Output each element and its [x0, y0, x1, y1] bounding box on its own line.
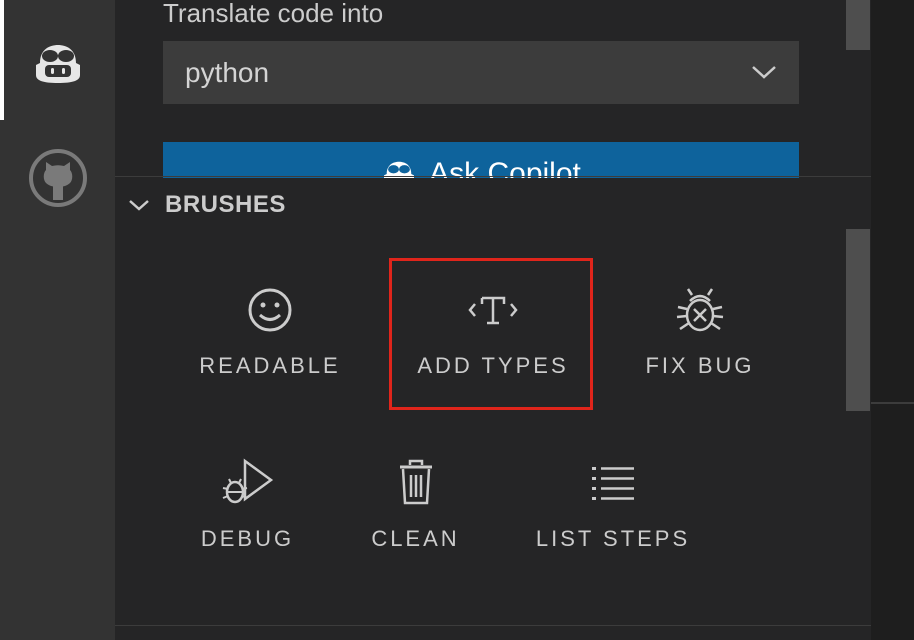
- brush-fix-bug[interactable]: FIX BUG: [625, 285, 775, 379]
- activity-item-copilot[interactable]: [0, 18, 115, 108]
- brush-label: FIX BUG: [645, 353, 755, 378]
- brush-list-steps[interactable]: LIST STEPS: [518, 458, 708, 552]
- github-icon: [28, 149, 87, 207]
- editor-divider: [871, 402, 914, 404]
- chevron-down-icon: [129, 199, 149, 211]
- trash-icon: [399, 459, 432, 505]
- translate-section: Translate code into python Ask Copilot: [115, 0, 871, 178]
- section-divider: [115, 625, 871, 626]
- language-select[interactable]: python: [163, 41, 799, 104]
- brush-label: LIST STEPS: [535, 526, 691, 551]
- scrollbar-thumb[interactable]: [846, 0, 870, 50]
- highlight-annotation: [389, 258, 593, 410]
- brush-label: DEBUG: [200, 526, 295, 551]
- brush-label: CLEAN: [371, 526, 460, 551]
- brush-readable[interactable]: READABLE: [195, 285, 345, 379]
- ask-copilot-button[interactable]: Ask Copilot: [163, 142, 799, 178]
- activity-bar: [0, 0, 115, 640]
- activity-item-github[interactable]: [0, 133, 115, 223]
- copilot-labs-sidebar: Translate code into python Ask Copilot B…: [115, 0, 871, 640]
- brush-label: READABLE: [199, 353, 341, 378]
- translate-label: Translate code into: [163, 0, 384, 28]
- copilot-icon: [35, 45, 80, 83]
- debug-icon: [222, 458, 273, 504]
- smiley-icon: [248, 288, 292, 332]
- brush-debug[interactable]: DEBUG: [185, 458, 310, 552]
- brush-clean[interactable]: CLEAN: [353, 458, 478, 552]
- language-select-value: python: [185, 56, 270, 88]
- brushes-title: BRUSHES: [165, 190, 286, 218]
- brushes-section-header[interactable]: BRUSHES: [115, 176, 871, 232]
- bug-icon: [676, 288, 724, 332]
- list-icon: [592, 467, 634, 500]
- editor-area: [871, 0, 914, 640]
- ask-copilot-label: Ask Copilot: [429, 157, 581, 178]
- chevron-down-icon: [752, 66, 776, 79]
- scrollbar-thumb[interactable]: [846, 229, 870, 411]
